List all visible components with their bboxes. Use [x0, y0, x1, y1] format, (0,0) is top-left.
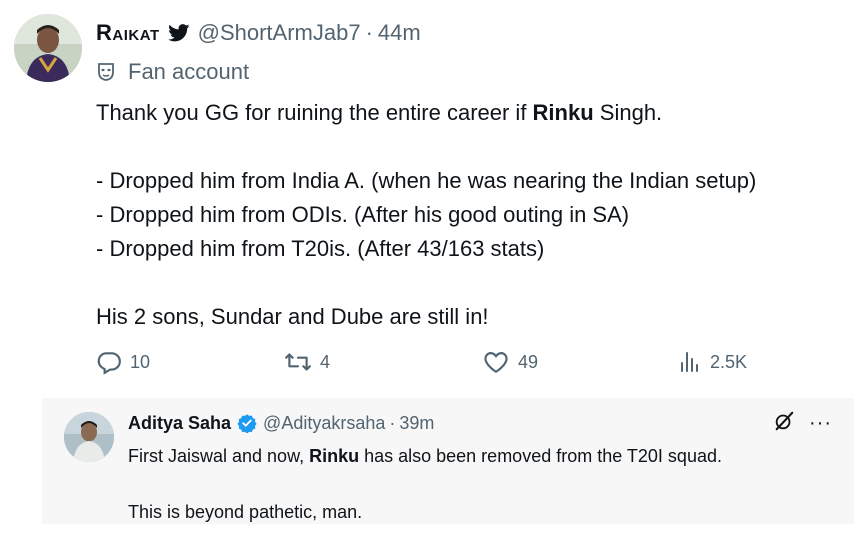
avatar-image [14, 14, 82, 82]
separator-dot: · [389, 412, 396, 433]
retweet-count: 4 [320, 351, 331, 372]
quote-line-2: This is beyond pathetic, man. [128, 502, 363, 522]
like-button[interactable]: 49 [482, 344, 538, 380]
quote-icons: ··· [773, 410, 832, 436]
closing-line: His 2 sons, Sundar and Dube are still in… [96, 304, 489, 329]
tweet-bold-text: Rinku [532, 100, 594, 125]
bullet-line: - Dropped him from India A. (when he was… [96, 168, 757, 193]
quote-handle[interactable]: @Adityakrsaha [263, 413, 385, 434]
mask-icon [96, 62, 116, 82]
quote-bold-text: Rinku [309, 446, 360, 466]
author-handle[interactable]: @ShortArmJab7 [198, 20, 361, 46]
views-icon [681, 352, 698, 372]
retweet-button[interactable]: 4 [284, 344, 330, 380]
retweet-icon [285, 353, 311, 371]
reply-button[interactable]: 10 [96, 344, 150, 380]
quote-text: First Jaiswal and now, [128, 446, 310, 466]
views-button[interactable]: 2.5K [678, 344, 747, 380]
quote-timestamp[interactable]: 39m [399, 413, 434, 434]
quoted-tweet[interactable]: Aditya Saha @Adityakrsaha · 39m ··· Firs… [42, 398, 854, 524]
bullet-line: - Dropped him from T20is. (After 43/163 … [96, 236, 545, 261]
tweet-header: Raikat @ShortArmJab7 · 44m [96, 18, 421, 48]
account-label-text: Fan account [128, 59, 250, 84]
timestamp[interactable]: 44m [378, 20, 421, 46]
quote-avatar[interactable] [64, 412, 114, 462]
author-name[interactable]: Raikat [96, 20, 160, 46]
quote-header: Aditya Saha @Adityakrsaha · 39m [128, 410, 434, 436]
quote-text: has also been removed from the T20I squa… [359, 446, 722, 466]
bullet-line: - Dropped him from ODIs. (After his good… [96, 202, 630, 227]
quote-body: First Jaiswal and now, Rinku has also be… [128, 442, 722, 526]
account-label: Fan account [96, 58, 249, 86]
tweet-body: Thank you GG for ruining the entire care… [96, 96, 864, 334]
bird-icon [167, 24, 190, 42]
like-icon [484, 352, 508, 374]
quote-author-name[interactable]: Aditya Saha [128, 413, 231, 434]
avatar[interactable] [14, 14, 82, 82]
action-bar: 10 4 49 2.5K [96, 344, 796, 380]
tweet-line-1: Thank you GG for ruining the entire care… [96, 96, 864, 130]
separator-dot: · [365, 20, 373, 45]
more-icon[interactable]: ··· [809, 412, 832, 435]
like-count: 49 [518, 351, 539, 372]
tweet-text: Thank you GG for ruining the entire care… [96, 100, 533, 125]
verified-icon [237, 413, 257, 433]
reply-count: 10 [130, 351, 151, 372]
quote-line-1: First Jaiswal and now, Rinku has also be… [128, 442, 722, 470]
tweet-text: Singh. [593, 100, 663, 125]
views-count: 2.5K [710, 351, 748, 372]
reply-icon [97, 352, 121, 375]
grok-icon[interactable] [773, 410, 795, 437]
quote-avatar-image [64, 412, 114, 462]
